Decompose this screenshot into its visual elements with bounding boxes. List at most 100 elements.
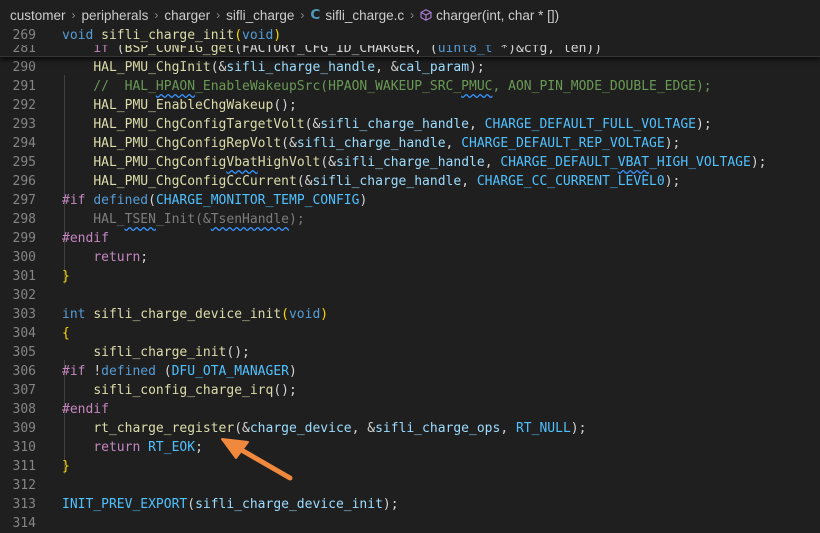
code-line[interactable]: 295 HAL_PMU_ChgConfigVbatHighVolt(&sifli… (0, 153, 820, 172)
code-token: HAL_PMU_ChgConfigRepVolt (93, 136, 282, 151)
breadcrumb-file[interactable]: sifli_charge.c (325, 8, 404, 23)
line-code: HAL_PMU_ChgConfigTargetVolt(&sifli_charg… (62, 115, 712, 134)
code-token: RT_EOK (148, 440, 196, 455)
code-token: , (461, 174, 477, 189)
code-token: { (62, 326, 70, 341)
code-token: CHARGE_DEFAULT_ (500, 155, 618, 170)
breadcrumb-symbol[interactable]: charger(int, char * []) (436, 8, 559, 23)
code-token: ) (359, 193, 368, 208)
breadcrumb: customer › peripherals › charger › sifli… (0, 0, 820, 30)
line-code: rt_charge_register(&charge_device, &sifl… (62, 419, 586, 438)
code-token: PMUC (461, 79, 493, 94)
code-line[interactable]: 300 return; (0, 248, 820, 267)
line-code: HAL_PMU_ChgConfigCcCurrent(&sifli_charge… (62, 172, 680, 191)
line-number: 293 (12, 117, 36, 132)
line-number: 310 (12, 440, 36, 455)
breadcrumb-item-peripherals[interactable]: peripherals (82, 8, 149, 23)
line-number: 302 (12, 288, 36, 303)
code-line[interactable]: 302 (0, 286, 820, 305)
code-token: ); (664, 174, 681, 189)
code-token: HAL_PMU_EnableChgWakeup (93, 98, 274, 113)
line-code: // HAL_HPAON_EnableWakeupSrc(HPAON_WAKEU… (62, 77, 711, 96)
line-number: 308 (12, 402, 36, 417)
code-line[interactable]: 292 HAL_PMU_EnableChgWakeup(); (0, 96, 820, 115)
code-token: sifli_charge_ops (375, 421, 501, 436)
code-token: (& (234, 421, 250, 436)
code-token: , (500, 421, 516, 436)
code-line[interactable]: 290 HAL_PMU_ChgInit(&sifli_charge_handle… (0, 58, 820, 77)
code-line[interactable]: 296 HAL_PMU_ChgConfigCcCurrent(&sifli_ch… (0, 172, 820, 191)
code-token: void (62, 28, 102, 43)
breadcrumb-item-charger[interactable]: charger (164, 8, 210, 23)
code-line[interactable]: 311} (0, 457, 820, 476)
line-number: 294 (12, 136, 36, 151)
code-line[interactable]: 308 #endif (0, 400, 820, 419)
code-token: , (484, 155, 501, 170)
code-token: ( (148, 193, 156, 208)
code-token: // HAL_ (62, 79, 156, 94)
breadcrumb-item-sifli-charge[interactable]: sifli_charge (226, 8, 294, 23)
code-line[interactable]: 310 return RT_EOK; (0, 438, 820, 457)
code-token: _Init(& (155, 212, 211, 227)
code-token: sifli_charge_init (93, 345, 227, 360)
code-token: int (62, 307, 94, 322)
code-token: , (469, 117, 485, 132)
code-line[interactable]: 269 void sifli_charge_init(void) (0, 28, 820, 45)
line-number: 301 (12, 269, 36, 284)
code-token: ); (696, 117, 712, 132)
line-code: HAL_PMU_EnableChgWakeup(); (62, 96, 297, 115)
code-line[interactable]: 309 rt_charge_register(&charge_device, &… (0, 419, 820, 438)
code-token: , & (375, 60, 399, 75)
code-token: ); (289, 212, 305, 227)
code-token: (& (320, 155, 336, 170)
code-token: return (93, 440, 149, 455)
code-line[interactable]: 314 (0, 514, 820, 533)
code-token: ); (664, 136, 681, 151)
code-line[interactable]: 313 INIT_PREV_EXPORT(sifli_charge_device_… (0, 495, 820, 514)
code-token: HighVolt (257, 155, 321, 170)
line-number: 300 (12, 250, 36, 265)
code-token: CHARGE_CC_CURRENT_LEVEL0 (476, 174, 665, 189)
chevron-right-icon: › (71, 8, 76, 22)
line-code: return; (62, 248, 148, 267)
code-line[interactable]: 304 { (0, 324, 820, 343)
code-line[interactable]: 299 #endif (0, 229, 820, 248)
c-file-icon: C (310, 7, 321, 23)
code-token: , & (351, 421, 376, 436)
code-line[interactable]: 305 sifli_charge_init(); (0, 343, 820, 362)
code-token: sifli_charge_handle (226, 60, 376, 75)
code-line[interactable]: 291 // HAL_HPAON_EnableWakeupSrc(HPAON_W… (0, 77, 820, 96)
code-token: ); (570, 421, 587, 436)
code-line[interactable]: 301} (0, 267, 820, 286)
code-token: HPAON (155, 79, 196, 94)
code-line[interactable]: 306 #if !defined (DFU_OTA_MANAGER) (0, 362, 820, 381)
code-line[interactable]: 297 #if defined(CHARGE_MONITOR_TEMP_CONFI… (0, 191, 820, 210)
code-editor[interactable]: 290 HAL_PMU_ChgInit(&sifli_charge_handle… (0, 28, 820, 533)
breadcrumb-item-customer[interactable]: customer (10, 8, 66, 23)
line-number: 295 (12, 155, 36, 170)
code-token: defined (93, 193, 149, 208)
code-line[interactable]: 307 sifli_config_charge_irq(); (0, 381, 820, 400)
line-code: } (62, 267, 70, 286)
line-number: 298 (12, 212, 36, 227)
code-token: cal_param (398, 60, 470, 75)
code-line[interactable]: 293 HAL_PMU_ChgConfigTargetVolt(&sifli_c… (0, 115, 820, 134)
code-line[interactable]: 303 int sifli_charge_device_init(void) (0, 305, 820, 324)
code-line[interactable]: 312 (0, 476, 820, 495)
chevron-right-icon: › (154, 8, 159, 22)
code-line[interactable]: 298 HAL_TSEN_Init(&TsenHandle); (0, 210, 820, 229)
code-token: ); (469, 60, 485, 75)
code-token: ! (93, 364, 102, 379)
code-token: defined (101, 364, 164, 379)
line-number: 309 (12, 421, 36, 436)
line-number: 269 (12, 28, 36, 43)
line-code: } (62, 457, 70, 476)
code-line[interactable]: 294 HAL_PMU_ChgConfigRepVolt(&sifli_char… (0, 134, 820, 153)
